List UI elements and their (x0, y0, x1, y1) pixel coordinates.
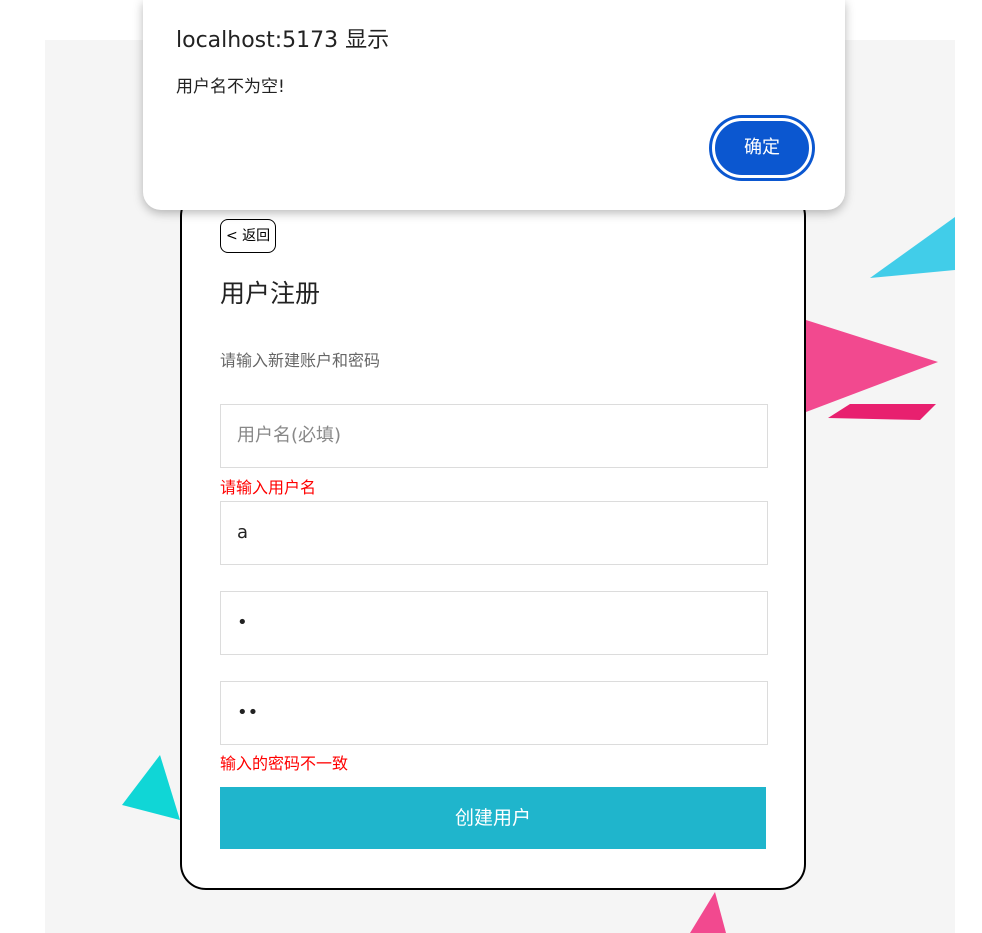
page-title: 用户注册 (220, 279, 321, 308)
password-input[interactable]: • (220, 591, 768, 655)
password-mismatch-error: 输入的密码不一致 (220, 754, 349, 773)
deco-pink-triangle-bottom (690, 892, 726, 933)
create-user-button[interactable]: 创建用户 (220, 787, 766, 849)
deco-pink-triangle-right (806, 320, 938, 412)
alert-dialog-title: localhost:5173 显示 (176, 28, 390, 53)
confirm-password-input[interactable]: •• (220, 681, 768, 745)
username-error: 请输入用户名 (220, 478, 317, 497)
page-subtitle: 请输入新建账户和密码 (220, 351, 381, 370)
back-button[interactable]: < 返回 (220, 219, 277, 253)
nickname-input[interactable]: a (220, 501, 768, 565)
deco-pink-strip-right (828, 404, 936, 420)
deco-cyan-triangle-right (870, 217, 955, 278)
ok-button[interactable]: 确定 (712, 118, 812, 178)
alert-dialog-message: 用户名不为空! (176, 77, 285, 97)
deco-cyan-triangle-left (122, 755, 180, 820)
username-input[interactable]: 用户名(必填) (220, 404, 768, 468)
username-placeholder: 用户名(必填) (237, 425, 342, 446)
